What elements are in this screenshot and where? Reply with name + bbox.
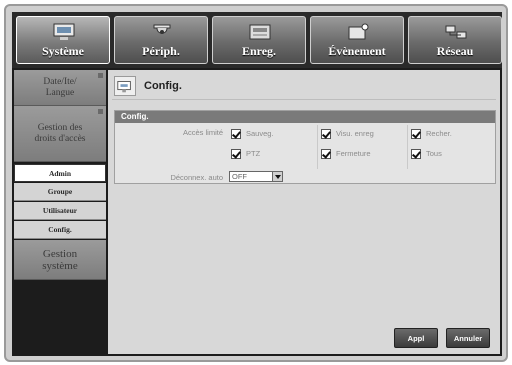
sidebar-subitem-utilisateur[interactable]: Utilisateur (14, 202, 106, 220)
config-icon (114, 76, 136, 96)
button-label: Appl (407, 333, 425, 343)
event-icon (348, 23, 369, 40)
sidebar-item-label: Gestion système (42, 247, 78, 272)
chevron-down-icon (272, 172, 282, 181)
tab-label: Enreg. (241, 44, 277, 58)
screen: Système Périph. Enreg. Évènement Réseau … (12, 12, 502, 356)
subitem-label: Config. (48, 225, 72, 234)
group-title: Config. (115, 111, 495, 123)
sidebar-subitem-config[interactable]: Config. (14, 221, 106, 239)
tab-label: Réseau (436, 44, 474, 58)
network-icon (445, 25, 467, 39)
page-title: Config. (144, 80, 182, 92)
checkbox-label: Recher. (426, 129, 452, 138)
checkbox-checked-icon (231, 128, 241, 139)
tab-periph[interactable]: Périph. (114, 16, 208, 64)
checkbox-fermeture[interactable]: Fermeture (321, 147, 403, 160)
sidebar-subitem-groupe[interactable]: Groupe (14, 183, 106, 201)
checkbox-checked-icon (231, 148, 241, 159)
button-label: Annuler (453, 333, 483, 343)
grid-divider (407, 125, 408, 169)
record-icon (249, 24, 271, 40)
sidebar-item-droits-acces[interactable]: Gestion des droits d'accès (14, 106, 106, 162)
subitem-label: Groupe (47, 187, 73, 196)
checkbox-checked-icon (411, 148, 421, 159)
config-group: Config. Accès limité Sauveg. Visu. enreg… (114, 110, 496, 184)
checkbox-label: PTZ (246, 149, 261, 158)
sidebar-subitem-admin[interactable]: Admin (14, 164, 106, 182)
main-panel: Config. Config. Accès limité Sauveg. Vis… (108, 70, 500, 354)
checkbox-sauveg[interactable]: Sauveg. (231, 127, 313, 140)
device-frame: Système Périph. Enreg. Évènement Réseau … (4, 4, 508, 362)
auto-logout-label: Déconnex. auto (170, 173, 223, 182)
checkbox-label: Tous (426, 149, 442, 158)
checkbox-checked-icon (321, 128, 331, 139)
checkbox-label: Visu. enreg (336, 129, 374, 138)
subitem-label: Admin (48, 168, 72, 178)
sidebar-item-label: Gestion des droits d'accès (34, 122, 86, 144)
auto-logout-select[interactable]: OFF (229, 171, 283, 182)
sidebar: Date/Ite/ Langue Gestion des droits d'ac… (14, 70, 106, 354)
apply-button[interactable]: Appl (394, 328, 438, 348)
system-icon (53, 23, 75, 40)
access-limit-label: Accès limité (182, 128, 223, 137)
sidebar-item-date-langue[interactable]: Date/Ite/ Langue (14, 70, 106, 106)
select-value: OFF (232, 172, 247, 181)
tab-label: Évènement (328, 44, 386, 58)
cancel-button[interactable]: Annuler (446, 328, 490, 348)
sidebar-item-gestion-systeme[interactable]: Gestion système (14, 240, 106, 280)
tab-systeme[interactable]: Système (16, 16, 110, 64)
checkbox-checked-icon (321, 148, 331, 159)
checkbox-recher[interactable]: Recher. (411, 127, 493, 140)
tab-label: Système (42, 44, 84, 58)
checkbox-ptz[interactable]: PTZ (231, 147, 313, 160)
checkbox-tous[interactable]: Tous (411, 147, 493, 160)
tab-reseau[interactable]: Réseau (408, 16, 502, 64)
panel-header: Config. (112, 74, 496, 100)
checkbox-checked-icon (411, 128, 421, 139)
corner-marker-icon (98, 73, 103, 78)
top-menu: Système Périph. Enreg. Évènement Réseau (12, 12, 502, 68)
sidebar-item-label: Date/Ite/ Langue (43, 76, 77, 98)
device-icon (153, 24, 171, 34)
tab-enreg[interactable]: Enreg. (212, 16, 306, 64)
checkbox-visu-enreg[interactable]: Visu. enreg (321, 127, 403, 140)
tab-label: Périph. (142, 44, 180, 58)
grid-divider (317, 125, 318, 169)
subitem-label: Utilisateur (42, 206, 78, 215)
corner-marker-icon (98, 109, 103, 114)
checkbox-label: Sauveg. (246, 129, 274, 138)
tab-evenement[interactable]: Évènement (310, 16, 404, 64)
checkbox-label: Fermeture (336, 149, 371, 158)
